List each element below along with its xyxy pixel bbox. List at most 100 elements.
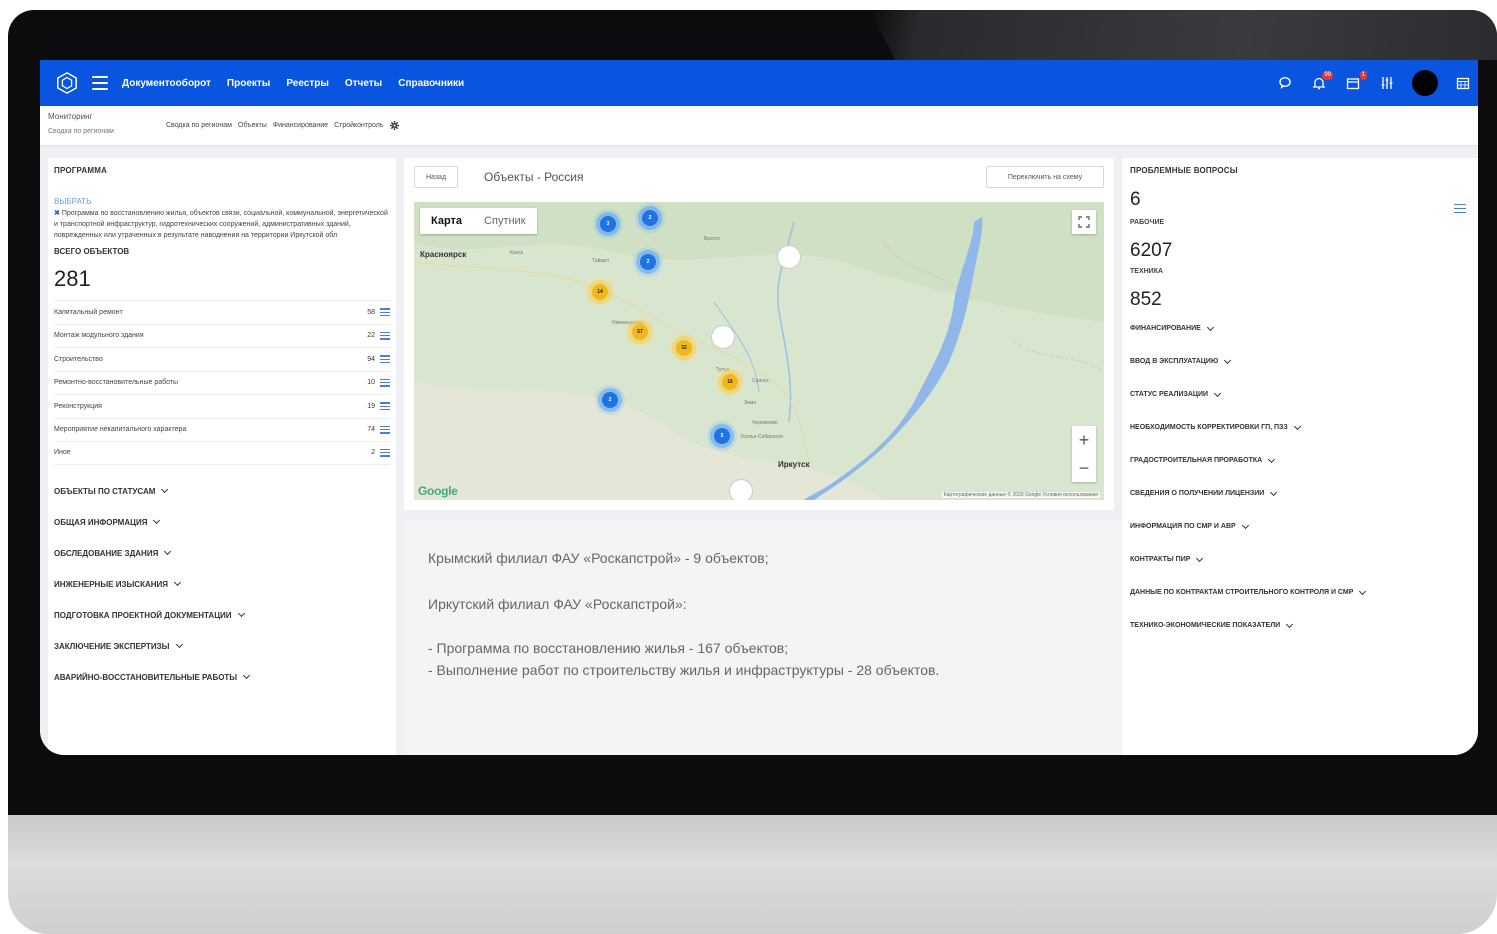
user-avatar[interactable] bbox=[1412, 70, 1438, 96]
app-logo-icon[interactable] bbox=[56, 72, 78, 94]
chevron-down-icon bbox=[1214, 389, 1222, 397]
city-irkutsk: Иркутск bbox=[778, 460, 810, 469]
chevron-down-icon bbox=[1268, 455, 1276, 463]
section-statuses[interactable]: ОБЪЕКТЫ ПО СТАТУСАМ bbox=[54, 485, 390, 496]
section-project-docs[interactable]: ПОДГОТОВКА ПРОЕКТНОЙ ДОКУМЕНТАЦИИ bbox=[54, 609, 390, 620]
zoom-out-button[interactable]: − bbox=[1079, 458, 1090, 479]
section-tech-economic[interactable]: ТЕХНИКО-ЭКОНОМИЧЕСКИЕ ПОКАЗАТЕЛИ bbox=[1130, 620, 1470, 629]
list-icon[interactable] bbox=[380, 425, 390, 434]
section-label: ГРАДОСТРОИТЕЛЬНАЯ ПРОРАБОТКА bbox=[1130, 457, 1263, 464]
chevron-down-icon bbox=[1293, 422, 1301, 430]
section-label: ЗАКЛЮЧЕНИЕ ЭКСПЕРТИЗЫ bbox=[54, 641, 170, 651]
right-sections: ФИНАНСИРОВАНИЕ ВВОД В ЭКСПЛУАТАЦИЮ СТАТУ… bbox=[1130, 323, 1470, 629]
tab-map[interactable]: Карта bbox=[420, 208, 473, 234]
chevron-down-icon bbox=[1196, 554, 1204, 562]
chevron-down-icon bbox=[161, 485, 169, 494]
back-button[interactable]: Назад bbox=[414, 166, 458, 188]
chat-icon[interactable] bbox=[1276, 74, 1294, 92]
list-icon[interactable] bbox=[380, 308, 390, 317]
map-cluster-marker[interactable]: 5 bbox=[714, 428, 730, 444]
section-engineering-surveys[interactable]: ИНЖЕНЕРНЫЕ ИЗЫСКАНИЯ bbox=[54, 578, 390, 589]
menu-icon[interactable] bbox=[92, 76, 108, 90]
section-control-contracts[interactable]: ДАННЫЕ ПО КОНТРАКТАМ СТРОИТЕЛЬНОГО КОНТР… bbox=[1130, 587, 1470, 596]
row-label: Капитальный ремонт bbox=[54, 308, 123, 316]
list-icon[interactable] bbox=[380, 331, 390, 340]
settings-sliders-icon[interactable] bbox=[1378, 74, 1396, 92]
list-icon[interactable] bbox=[1454, 204, 1466, 213]
map-point-marker[interactable] bbox=[778, 246, 800, 268]
list-item: Капитальный ремонт 58 bbox=[54, 300, 390, 324]
gear-icon[interactable] bbox=[389, 121, 399, 130]
chevron-down-icon bbox=[237, 609, 245, 618]
map-point-marker[interactable] bbox=[730, 480, 752, 500]
map-cluster-marker[interactable]: 32 bbox=[676, 340, 692, 356]
switch-to-scheme-button[interactable]: Переключить на схему bbox=[986, 166, 1104, 188]
list-icon[interactable] bbox=[380, 378, 390, 387]
program-description: ✖ Программа по восстановлению жилья, объ… bbox=[54, 208, 390, 241]
sub-header: Мониторинг Сводка по регионам Сводка по … bbox=[40, 106, 1478, 146]
tech-label: ТЕХНИКА bbox=[1130, 268, 1164, 275]
section-label: СВЕДЕНИЯ О ПОЛУЧЕНИИ ЛИЦЕНЗИИ bbox=[1130, 490, 1265, 497]
section-emergency-works[interactable]: АВАРИЙНО-ВОССТАНОВИТЕЛЬНЫЕ РАБОТЫ bbox=[54, 671, 390, 682]
map-cluster-marker[interactable]: 16 bbox=[722, 374, 738, 390]
section-smr-avr[interactable]: ИНФОРМАЦИЯ ПО СМР И АВР bbox=[1130, 521, 1470, 530]
section-correction-need[interactable]: НЕОБХОДИМОСТЬ КОРРЕКТИРОВКИ ГП, ПЗЗ bbox=[1130, 422, 1470, 431]
list-icon[interactable] bbox=[380, 448, 390, 457]
town-cheremkhovo: Черемхово bbox=[752, 420, 778, 426]
zoom-in-button[interactable]: + bbox=[1079, 430, 1090, 451]
town-sayansk: Саянск bbox=[752, 378, 769, 384]
map-point-marker[interactable] bbox=[712, 326, 734, 348]
total-objects-label: ВСЕГО ОБЪЕКТОВ bbox=[54, 247, 130, 256]
bell-icon[interactable]: 99 bbox=[1310, 71, 1333, 92]
map-cluster-marker[interactable]: 14 bbox=[592, 284, 608, 300]
map-header: Назад Объекты - Россия Переключить на сх… bbox=[414, 166, 1104, 188]
section-license[interactable]: СВЕДЕНИЯ О ПОЛУЧЕНИИ ЛИЦЕНЗИИ bbox=[1130, 488, 1470, 497]
map-cluster-marker[interactable]: 2 bbox=[602, 392, 618, 408]
tab-satellite[interactable]: Спутник bbox=[473, 208, 536, 234]
note-item-housing: - Программа по восстановлению жилья - 16… bbox=[428, 640, 789, 656]
chevron-down-icon bbox=[175, 640, 183, 649]
nav-documents[interactable]: Документооборот bbox=[122, 78, 211, 89]
list-icon[interactable] bbox=[380, 402, 390, 411]
chevron-down-icon bbox=[1224, 356, 1232, 364]
section-implementation-status[interactable]: СТАТУС РЕАЛИЗАЦИИ bbox=[1130, 389, 1470, 398]
section-financing[interactable]: ФИНАНСИРОВАНИЕ bbox=[1130, 323, 1470, 332]
section-pir-contracts[interactable]: КОНТРАКТЫ ПИР bbox=[1130, 554, 1470, 563]
map-view[interactable]: Красноярск Иркутск Братск Канск Тайшет Н… bbox=[414, 202, 1104, 500]
tab-construction-control[interactable]: Стройконтроль bbox=[334, 122, 383, 129]
list-item: Ремонтно-восстановительные работы 10 bbox=[54, 370, 390, 395]
section-building-survey[interactable]: ОБСЛЕДОВАНИЕ ЗДАНИЯ bbox=[54, 547, 390, 558]
map-attribution[interactable]: Картографические данные © 2020 Google Ус… bbox=[941, 492, 1100, 498]
workers-value: 6207 bbox=[1130, 240, 1173, 261]
calendar-alert-icon[interactable]: 1 bbox=[1344, 71, 1367, 92]
section-commissioning[interactable]: ВВОД В ЭКСПЛУАТАЦИЮ bbox=[1130, 356, 1470, 365]
nav-reports[interactable]: Отчеты bbox=[345, 78, 382, 89]
map-cluster-marker[interactable]: 57 bbox=[632, 324, 648, 340]
remove-program-icon[interactable]: ✖ bbox=[54, 210, 60, 217]
monitor-chin bbox=[8, 815, 1497, 934]
nav-projects[interactable]: Проекты bbox=[227, 78, 270, 89]
section-label: ИНЖЕНЕРНЫЕ ИЗЫСКАНИЯ bbox=[54, 579, 169, 589]
section-expertise[interactable]: ЗАКЛЮЧЕНИЕ ЭКСПЕРТИЗЫ bbox=[54, 640, 390, 651]
section-urban-planning[interactable]: ГРАДОСТРОИТЕЛЬНАЯ ПРОРАБОТКА bbox=[1130, 455, 1470, 464]
list-icon[interactable] bbox=[380, 355, 390, 364]
breadcrumb-section[interactable]: Мониторинг bbox=[48, 112, 92, 121]
tab-objects[interactable]: Объекты bbox=[238, 122, 267, 129]
problems-title: ПРОБЛЕМНЫЕ ВОПРОСЫ bbox=[1130, 166, 1238, 175]
section-label: НЕОБХОДИМОСТЬ КОРРЕКТИРОВКИ ГП, ПЗЗ bbox=[1130, 424, 1288, 431]
select-program-link[interactable]: ВЫБРАТЬ bbox=[54, 197, 390, 206]
section-label: ОБЩАЯ ИНФОРМАЦИЯ bbox=[54, 517, 148, 527]
fullscreen-icon[interactable] bbox=[1072, 210, 1096, 234]
map-cluster-marker[interactable]: 2 bbox=[642, 210, 658, 226]
nav-registries[interactable]: Реестры bbox=[286, 78, 329, 89]
row-value: 58 bbox=[367, 308, 375, 316]
nav-directories[interactable]: Справочники bbox=[398, 78, 464, 89]
calendar-icon[interactable] bbox=[1454, 74, 1472, 92]
tab-financing[interactable]: Финансирование bbox=[273, 122, 328, 129]
map-cluster-marker[interactable]: 2 bbox=[640, 254, 656, 270]
section-label: ВВОД В ЭКСПЛУАТАЦИЮ bbox=[1130, 358, 1219, 365]
city-krasnoyarsk: Красноярск bbox=[420, 250, 467, 259]
section-general-info[interactable]: ОБЩАЯ ИНФОРМАЦИЯ bbox=[54, 516, 390, 527]
tab-regions-summary[interactable]: Сводка по регионам bbox=[166, 122, 232, 129]
map-cluster-marker[interactable]: 3 bbox=[600, 216, 616, 232]
